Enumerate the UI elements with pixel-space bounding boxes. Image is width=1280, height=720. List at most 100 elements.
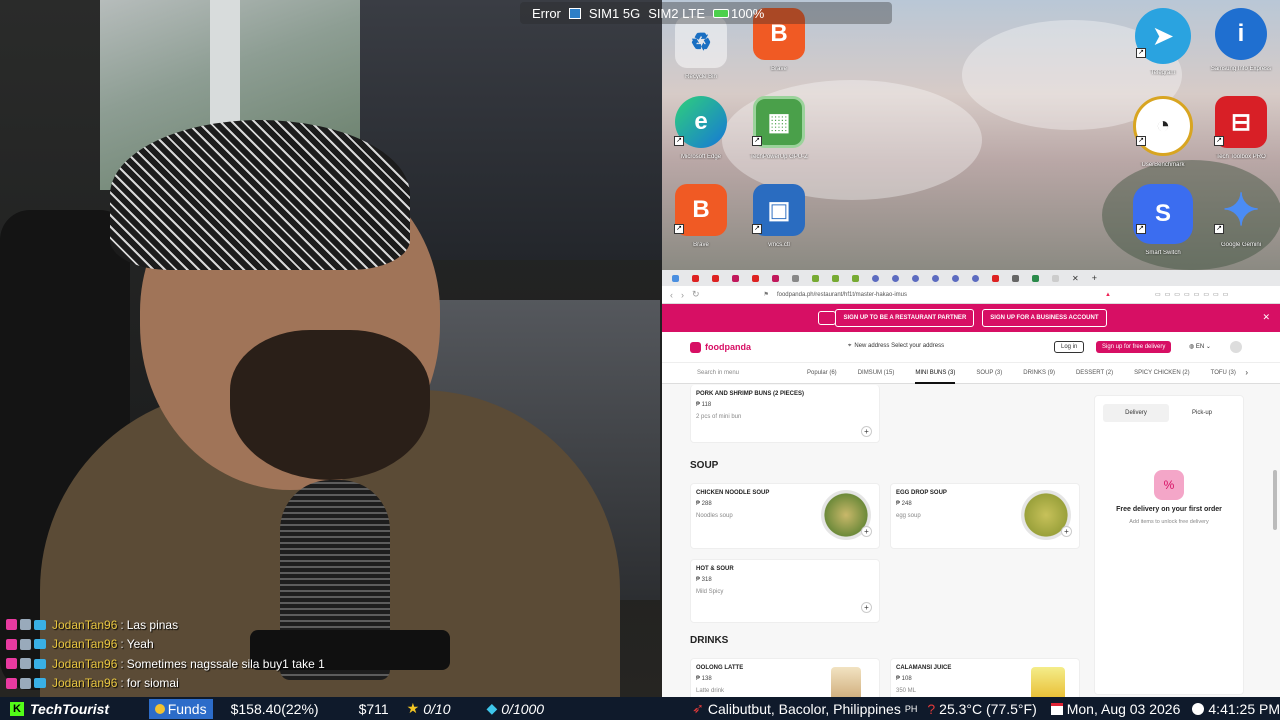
tab-favicon-icon[interactable] [1032, 274, 1039, 282]
menu-item-card[interactable]: HOT & SOUR ₱ 318 Mild Spicy + [690, 559, 880, 623]
address-selector[interactable]: ⌖ New address Select your address [848, 343, 944, 350]
tab-favicon-icon[interactable] [792, 274, 799, 282]
tab-soup[interactable]: SOUP (3) [976, 370, 1002, 376]
close-tab-icon[interactable]: ✕ [1072, 274, 1079, 283]
desktop-shortcut[interactable]: S ↗ Smart Switch [1128, 176, 1198, 256]
stream-layout: JodanTan96: Las pinas JodanTan96: Yeah J… [0, 0, 1280, 720]
tab-favicon-icon[interactable] [832, 274, 839, 282]
desktop-shortcut[interactable]: ▦ ↗ TechPowerUp GPU-Z [744, 88, 814, 168]
desktop-shortcut[interactable]: e ↗ Microsoft Edge [666, 88, 736, 168]
vip-badge-icon [34, 678, 46, 689]
chat-message: Las pinas [126, 617, 179, 632]
foodpanda-logo[interactable]: foodpanda [690, 341, 751, 353]
coin-icon [154, 703, 165, 714]
tab-favicon-icon[interactable] [892, 274, 899, 282]
foodpanda-badge-icon [818, 311, 836, 325]
streamer-beard [230, 330, 430, 480]
signal-icon [568, 7, 581, 19]
business-account-button[interactable]: SIGN UP FOR A BUSINESS ACCOUNT [982, 309, 1107, 327]
tab-dessert[interactable]: DESSERT (2) [1076, 370, 1113, 376]
signup-button[interactable]: Sign up for free delivery [1096, 341, 1172, 353]
pickup-tab[interactable]: Pick-up [1169, 404, 1235, 422]
desktop-shortcut[interactable]: ➤ ↗ Telegram [1128, 0, 1198, 80]
error-indicator: Error [532, 5, 561, 21]
location-pin-icon: ⌖ [848, 343, 852, 349]
tab-favicon-icon[interactable] [972, 274, 979, 282]
chat-line: JodanTan96: Las pinas [6, 615, 426, 635]
forward-icon[interactable]: › [681, 290, 684, 300]
menu-item-card[interactable]: CHICKEN NOODLE SOUP ₱ 288 Noodles soup + [690, 483, 880, 549]
tab-tofu[interactable]: TOFU (3) [1211, 370, 1236, 376]
desktop-shortcut[interactable]: ✦ ↗ Google Gemini [1206, 176, 1276, 256]
add-item-icon[interactable]: + [1061, 526, 1072, 537]
shortcut-arrow-icon: ↗ [674, 136, 684, 146]
menu-item-card[interactable]: EGG DROP SOUP ₱ 248 egg soup + [890, 483, 1080, 549]
chevron-right-icon[interactable]: › [1245, 368, 1248, 377]
menu-search-input[interactable]: Search in menu [697, 370, 787, 376]
site-header: foodpanda ⌖ New address Select your addr… [662, 332, 1280, 362]
globe-icon: ◍ [1189, 344, 1195, 350]
tab-favicon-icon[interactable] [732, 274, 739, 282]
tab-favicon-icon[interactable] [852, 274, 859, 282]
tab-popular[interactable]: Popular (6) [807, 370, 837, 376]
tab-spicy-chicken[interactable]: SPICY CHICKEN (2) [1134, 370, 1190, 376]
add-item-icon[interactable]: + [861, 526, 872, 537]
star-goal-value: 0/10 [423, 700, 451, 717]
shortcut-label: vmcs.ctl [768, 242, 790, 248]
menu-item-card[interactable]: OOLONG LATTE ₱ 138 Latte drink [690, 658, 880, 697]
tab-favicon-icon[interactable] [1052, 274, 1059, 282]
tab-drinks[interactable]: DRINKS (9) [1023, 370, 1055, 376]
tab-favicon-icon[interactable] [752, 274, 759, 282]
login-button[interactable]: Log in [1054, 341, 1085, 353]
tab-favicon-icon[interactable] [932, 274, 939, 282]
tab-favicon-icon[interactable] [672, 274, 679, 282]
subscriber-badge-icon [6, 677, 17, 689]
add-item-icon[interactable]: + [861, 426, 872, 437]
desktop-shortcut[interactable]: i Samsung Info Express [1206, 0, 1276, 80]
tab-favicon-icon[interactable] [772, 274, 779, 282]
shortcut-label: Smart Switch [1145, 250, 1181, 256]
restaurant-partner-button[interactable]: SIGN UP TO BE A RESTAURANT PARTNER [835, 309, 975, 327]
webcam-feed: JodanTan96: Las pinas JodanTan96: Yeah J… [0, 0, 662, 697]
chat-message: Sometimes nagssale sila buy1 take 1 [126, 656, 325, 671]
shortcut-arrow-icon: ↗ [1136, 136, 1146, 146]
new-tab-icon[interactable]: + [1092, 273, 1097, 283]
close-icon[interactable]: ✕ [1262, 312, 1270, 323]
tab-favicon-icon[interactable] [1012, 274, 1019, 282]
tab-dimsum[interactable]: DIMSUM (15) [858, 370, 895, 376]
tab-favicon-icon[interactable] [712, 274, 719, 282]
tab-favicon-icon[interactable] [872, 274, 879, 282]
delivery-tab[interactable]: Delivery [1103, 404, 1169, 422]
add-item-icon[interactable]: + [861, 602, 872, 613]
desktop-shortcut[interactable]: B ↗ Brave [666, 176, 736, 256]
tab-favicon-icon[interactable] [952, 274, 959, 282]
chat-username: JodanTan96 [52, 637, 118, 652]
desktop-shortcut[interactable]: ◔ ↗ UserBenchmark [1128, 88, 1198, 168]
brave-shield-icon[interactable]: ▲ [1105, 292, 1111, 298]
language-selector[interactable]: ◍ EN ⌄ [1189, 343, 1211, 350]
back-icon[interactable]: ‹ [670, 290, 673, 300]
tab-favicon-icon[interactable] [992, 274, 999, 282]
url-field[interactable]: foodpanda.ph/restaurant/hf1t/master-haka… [777, 292, 907, 298]
sim1-label: SIM1 5G [588, 5, 641, 21]
shortcut-label: Microsoft Edge [680, 154, 722, 160]
page-scrollbar[interactable] [1273, 470, 1277, 530]
vip-badge-icon [34, 639, 46, 650]
menu-item-card[interactable]: PORK AND SHRIMP BUNS (2 PIECES) ₱ 118 2 … [690, 385, 880, 443]
browser-window: ✕ + ‹ › ↻ ⚑ foodpanda.ph/restaurant/hf1t… [662, 270, 1280, 697]
bookmark-icon[interactable]: ⚑ [764, 291, 769, 298]
desktop-shortcut[interactable]: ⊟ ↗ Tech Toolbox PRO [1206, 88, 1276, 168]
tab-favicon-icon[interactable] [812, 274, 819, 282]
menu-item-card[interactable]: CALAMANSI JUICE ₱ 108 350 ML [890, 658, 1080, 697]
desktop-shortcut[interactable]: ▣ ↗ vmcs.ctl [744, 176, 814, 256]
free-delivery-subtitle: Add items to unlock free delivery [1129, 519, 1209, 525]
extensions-icon[interactable]: ▭▭▭▭▭▭▭▭ [1155, 291, 1232, 298]
tab-mini-buns[interactable]: MINI BUNS (3) [915, 370, 956, 384]
cart-icon[interactable] [1230, 341, 1242, 353]
chat-line: JodanTan96: for siomai [6, 674, 426, 694]
tab-favicon-icon[interactable] [692, 274, 699, 282]
reload-icon[interactable]: ↻ [692, 289, 700, 300]
drink-photo [831, 667, 861, 697]
battery-icon [713, 8, 730, 18]
tab-favicon-icon[interactable] [912, 274, 919, 282]
